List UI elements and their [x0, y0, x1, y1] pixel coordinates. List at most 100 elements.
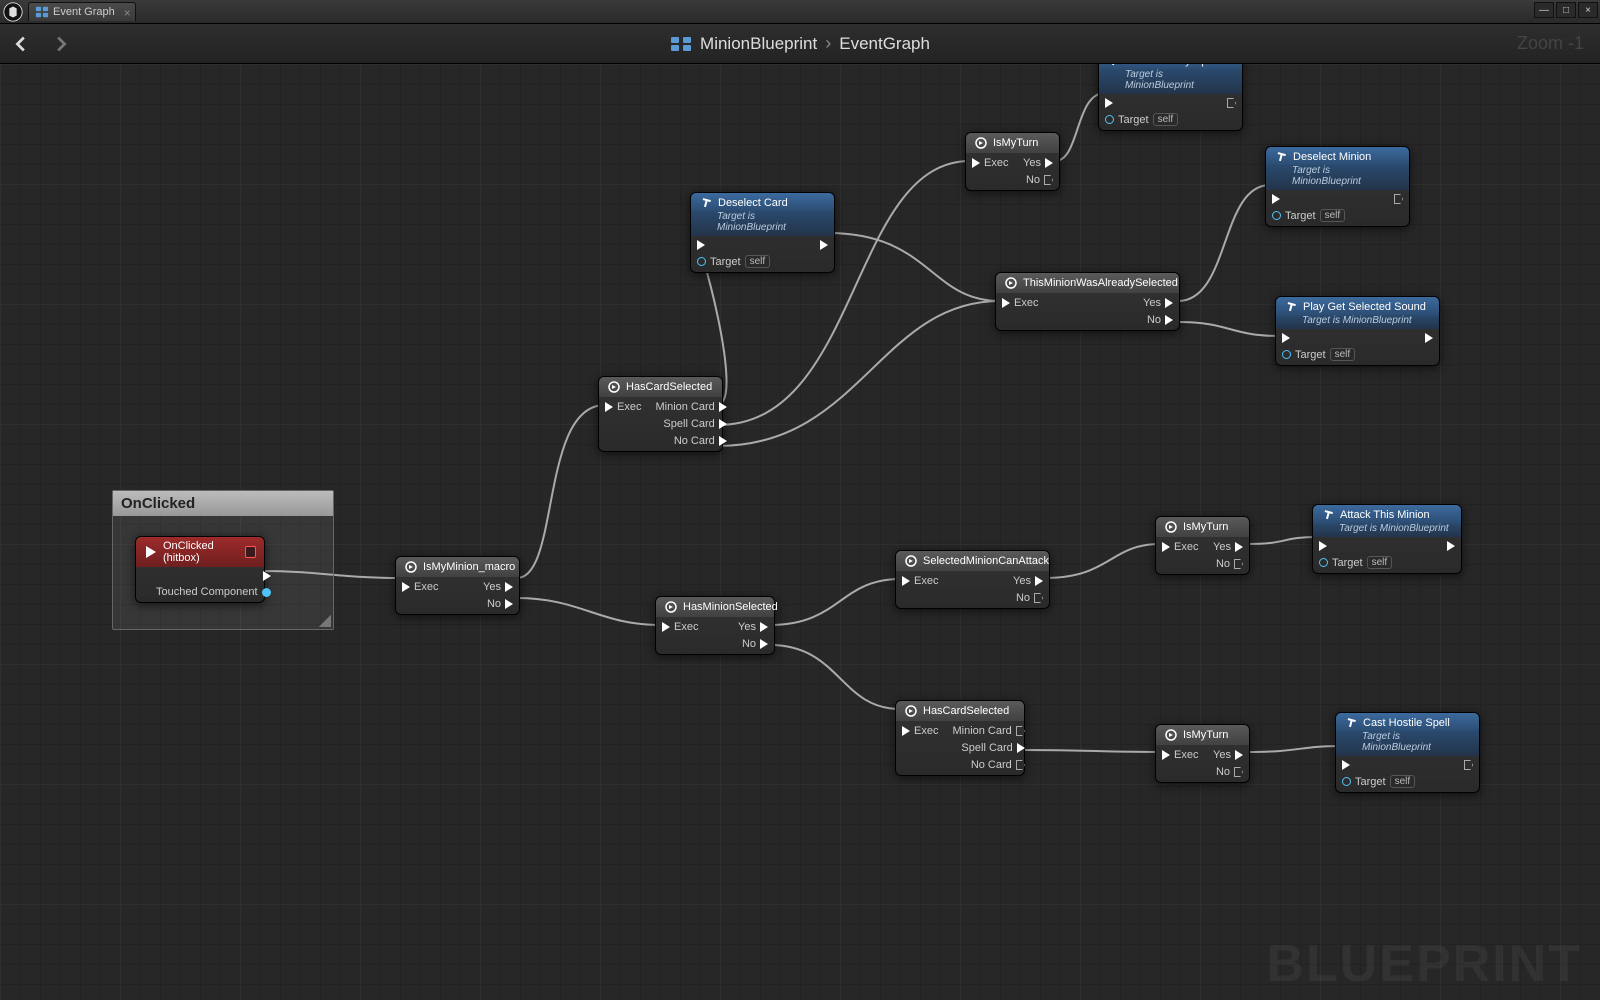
yes-pin[interactable]: Yes [738, 621, 768, 633]
exec-out-pin[interactable] [1227, 98, 1236, 108]
exec-out-pin[interactable] [1425, 333, 1433, 343]
yes-pin[interactable]: Yes [1143, 297, 1173, 309]
node-play-sound[interactable]: Play Get Selected Sound Target is Minion… [1275, 296, 1440, 366]
no-pin[interactable]: No [483, 598, 513, 610]
function-icon [1344, 716, 1358, 730]
node-title: HasCardSelected [923, 705, 1009, 717]
target-pin[interactable]: Targetself [1342, 775, 1415, 788]
tab-label: Event Graph [53, 6, 115, 18]
minioncard-pin[interactable]: Minion Card [655, 401, 726, 413]
watermark: BLUEPRINT [1266, 934, 1582, 994]
spellcard-pin[interactable]: Spell Card [952, 742, 1024, 754]
graph-canvas[interactable]: OnClicked OnClicked (hitbox) Touched Com… [0, 64, 1600, 1000]
node-hascardselected-2[interactable]: HasCardSelected Exec Minion Card Spell C… [895, 700, 1025, 776]
spellcard-pin[interactable]: Spell Card [655, 418, 726, 430]
window-maximize[interactable]: □ [1556, 2, 1576, 18]
window-close[interactable]: × [1578, 2, 1598, 18]
exec-in-pin[interactable]: Exec [902, 725, 938, 737]
node-cast-friendly-spell[interactable]: Cast Friendly Spell Target is MinionBlue… [1098, 64, 1243, 131]
exec-in-pin[interactable] [1272, 194, 1345, 204]
node-canattack[interactable]: SelectedMinionCanAttack Exec Yes No [895, 550, 1050, 609]
yes-pin[interactable]: Yes [1213, 749, 1243, 761]
node-title: IsMyTurn [1183, 521, 1228, 533]
comment-resize-handle[interactable] [319, 615, 331, 627]
exec-in-pin[interactable]: Exec [605, 401, 641, 413]
exec-in-pin[interactable]: Exec [1162, 749, 1198, 761]
yes-pin[interactable]: Yes [483, 581, 513, 593]
node-title: IsMyTurn [1183, 729, 1228, 741]
exec-in-pin[interactable] [1342, 760, 1415, 770]
function-icon [1321, 508, 1335, 522]
breadcrumb-blueprint[interactable]: MinionBlueprint [700, 34, 817, 54]
node-ismyturn-1[interactable]: IsMyTurn Exec Yes No [965, 132, 1060, 191]
exec-in-pin[interactable]: Exec [402, 581, 438, 593]
node-ismyminion[interactable]: IsMyMinion_macro Exec Yes No [395, 556, 520, 615]
delegate-pin[interactable] [245, 546, 256, 558]
nocard-pin[interactable]: No Card [952, 759, 1024, 771]
node-onclicked[interactable]: OnClicked (hitbox) Touched Component [135, 536, 265, 603]
target-pin[interactable]: Targetself [1272, 209, 1345, 222]
exec-in-pin[interactable]: Exec [1002, 297, 1038, 309]
exec-out-pin[interactable] [1464, 760, 1473, 770]
exec-out-pin[interactable] [1447, 541, 1455, 551]
exec-in-pin[interactable]: Exec [972, 157, 1008, 169]
target-pin[interactable]: Targetself [1282, 348, 1355, 361]
node-subtitle: Target is MinionBlueprint [1266, 165, 1409, 190]
nav-forward-button[interactable] [44, 28, 76, 60]
node-subtitle: Target is MinionBlueprint [1336, 731, 1479, 756]
node-ismyturn-3[interactable]: IsMyTurn Exec Yes No [1155, 724, 1250, 783]
exec-in-pin[interactable] [697, 240, 770, 250]
no-pin[interactable]: No [1143, 314, 1173, 326]
zoom-label: Zoom -1 [1517, 33, 1584, 54]
target-pin[interactable]: Targetself [1105, 113, 1178, 126]
node-title: Cast Hostile Spell [1363, 717, 1450, 729]
exec-in-pin[interactable] [1105, 98, 1178, 108]
node-title: Play Get Selected Sound [1303, 301, 1426, 313]
nocard-pin[interactable]: No Card [655, 435, 726, 447]
macro-icon [1004, 276, 1018, 290]
target-pin[interactable]: Targetself [697, 255, 770, 268]
tab-close-icon[interactable]: × [124, 6, 131, 20]
node-title: Deselect Minion [1293, 151, 1371, 163]
node-title: Deselect Card [718, 197, 788, 209]
exec-in-pin[interactable]: Exec [902, 575, 938, 587]
minioncard-pin[interactable]: Minion Card [952, 725, 1024, 737]
nav-back-button[interactable] [6, 28, 38, 60]
node-attack[interactable]: Attack This Minion Target is MinionBluep… [1312, 504, 1462, 574]
node-title: Attack This Minion [1340, 509, 1430, 521]
yes-pin[interactable]: Yes [1023, 157, 1053, 169]
touched-component-pin[interactable]: Touched Component [156, 586, 271, 598]
exec-in-pin[interactable] [1319, 541, 1392, 551]
no-pin[interactable]: No [1213, 558, 1243, 570]
node-cast-hostile[interactable]: Cast Hostile Spell Target is MinionBluep… [1335, 712, 1480, 793]
ue-logo [2, 1, 24, 23]
no-pin[interactable]: No [738, 638, 768, 650]
yes-pin[interactable]: Yes [1213, 541, 1243, 553]
no-pin[interactable]: No [1213, 766, 1243, 778]
exec-in-pin[interactable]: Exec [662, 621, 698, 633]
no-pin[interactable]: No [1023, 174, 1053, 186]
no-pin[interactable]: No [1013, 592, 1043, 604]
graph-icon [35, 5, 49, 19]
node-thisminion-selected[interactable]: ThisMinionWasAlreadySelected Exec Yes No [995, 272, 1180, 331]
event-icon [144, 545, 158, 559]
node-deselect-card[interactable]: Deselect Card Target is MinionBlueprint … [690, 192, 835, 273]
tab-event-graph[interactable]: Event Graph × [28, 2, 136, 21]
node-subtitle: Target is MinionBlueprint [1276, 315, 1439, 329]
yes-pin[interactable]: Yes [1013, 575, 1043, 587]
exec-in-pin[interactable] [1282, 333, 1355, 343]
window-minimize[interactable]: — [1534, 2, 1554, 18]
exec-out-pin[interactable] [156, 571, 271, 581]
macro-icon [1164, 520, 1178, 534]
node-hascardselected-1[interactable]: HasCardSelected Exec Minion Card Spell C… [598, 376, 723, 452]
node-deselect-minion[interactable]: Deselect Minion Target is MinionBlueprin… [1265, 146, 1410, 227]
exec-out-pin[interactable] [1394, 194, 1403, 204]
node-hasminion[interactable]: HasMinionSelected Exec Yes No [655, 596, 775, 655]
exec-out-pin[interactable] [820, 240, 828, 250]
macro-icon [664, 600, 678, 614]
macro-icon [607, 380, 621, 394]
exec-in-pin[interactable]: Exec [1162, 541, 1198, 553]
breadcrumb-graph[interactable]: EventGraph [839, 34, 930, 54]
target-pin[interactable]: Targetself [1319, 556, 1392, 569]
node-ismyturn-2[interactable]: IsMyTurn Exec Yes No [1155, 516, 1250, 575]
